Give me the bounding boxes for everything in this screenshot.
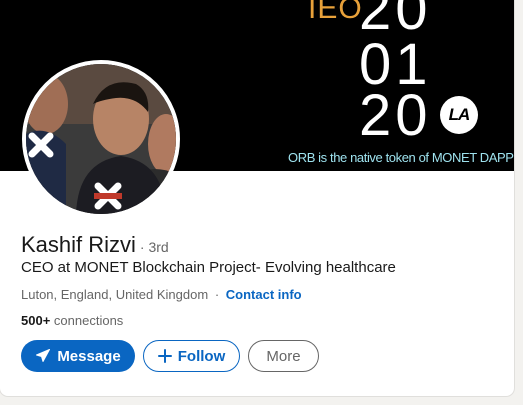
connections-link[interactable]: 500+ connections bbox=[21, 313, 123, 328]
profile-avatar[interactable] bbox=[22, 60, 180, 218]
connection-degree: · 3rd bbox=[139, 239, 169, 255]
follow-button[interactable]: Follow bbox=[143, 340, 240, 372]
banner-logo: LA bbox=[440, 96, 478, 134]
banner-date-line: 20 bbox=[359, 83, 432, 148]
contact-info-link[interactable]: Contact info bbox=[226, 287, 302, 302]
banner-tagline: ORB is the native token of MONET DAPP bbox=[288, 150, 514, 165]
profile-name-row: Kashif Rizvi · 3rd bbox=[21, 232, 169, 258]
follow-button-label: Follow bbox=[177, 347, 226, 365]
avatar-photo bbox=[26, 64, 176, 214]
paper-plane-icon bbox=[35, 348, 51, 364]
profile-headline: CEO at MONET Blockchain Project- Evolvin… bbox=[21, 259, 396, 276]
location-separator: · bbox=[214, 287, 220, 302]
profile-name: Kashif Rizvi bbox=[21, 232, 136, 257]
message-button-label: Message bbox=[57, 347, 121, 365]
banner-ieo-text: IEO bbox=[308, 0, 363, 25]
more-button[interactable]: More bbox=[248, 340, 319, 372]
more-button-label: More bbox=[266, 347, 301, 365]
message-button[interactable]: Message bbox=[21, 340, 135, 372]
plus-icon bbox=[157, 349, 172, 363]
connections-label: connections bbox=[53, 313, 124, 328]
connections-count: 500+ bbox=[21, 313, 51, 328]
profile-location-row: Luton, England, United Kingdom · Contact… bbox=[21, 287, 302, 302]
profile-location: Luton, England, United Kingdom bbox=[21, 287, 209, 302]
profile-card: IEO 20 01 20 LA ORB is the native token … bbox=[0, 0, 514, 396]
